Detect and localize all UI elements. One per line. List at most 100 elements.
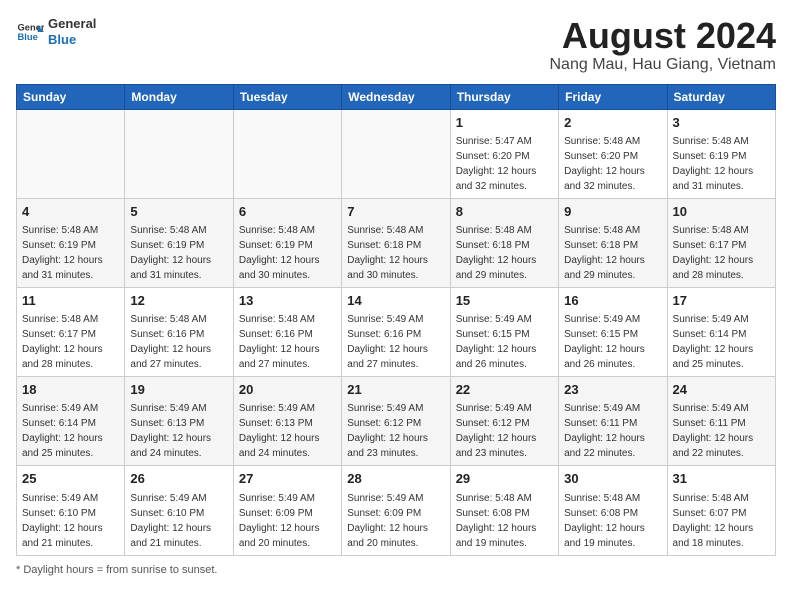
calendar-week-3: 11Sunrise: 5:48 AM Sunset: 6:17 PM Dayli… [17,287,776,376]
cell-info: Sunrise: 5:49 AM Sunset: 6:11 PM Dayligh… [673,401,770,461]
logo: General Blue General Blue [16,16,96,47]
cell-info: Sunrise: 5:48 AM Sunset: 6:16 PM Dayligh… [239,312,336,372]
day-header-tuesday: Tuesday [233,84,341,109]
logo-line2: Blue [48,32,96,48]
calendar-cell [342,109,450,198]
calendar-cell: 28 Sunrise: 5:49 AM Sunset: 6:09 PM Dayli… [342,466,450,555]
cell-date: 22 [456,381,553,399]
logo-icon: General Blue [16,18,44,46]
calendar-cell [17,109,125,198]
calendar-cell: 17Sunrise: 5:49 AM Sunset: 6:14 PM Dayli… [667,287,775,376]
calendar-body: 1 Sunrise: 5:47 AM Sunset: 6:20 PM Daylig… [17,109,776,555]
header: General Blue General Blue August 2024 Na… [16,16,776,74]
cell-date: 2 [564,114,661,132]
cell-date: 3 [673,114,770,132]
cell-date: 16 [564,292,661,310]
calendar-cell: 23 Sunrise: 5:49 AM Sunset: 6:11 PM Dayli… [559,377,667,466]
cell-info: Sunrise: 5:49 AM Sunset: 6:14 PM Dayligh… [22,401,119,461]
cell-date: 7 [347,203,444,221]
cell-date: 25 [22,470,119,488]
cell-date: 31 [673,470,770,488]
calendar-cell: 21Sunrise: 5:49 AM Sunset: 6:12 PM Dayli… [342,377,450,466]
calendar-cell: 24Sunrise: 5:49 AM Sunset: 6:11 PM Dayli… [667,377,775,466]
cell-info: Sunrise: 5:49 AM Sunset: 6:11 PM Dayligh… [564,401,661,461]
cell-info: Sunrise: 5:49 AM Sunset: 6:10 PM Dayligh… [130,491,227,551]
calendar-cell: 16 Sunrise: 5:49 AM Sunset: 6:15 PM Dayli… [559,287,667,376]
cell-info: Sunrise: 5:49 AM Sunset: 6:15 PM Dayligh… [564,312,661,372]
day-header-sunday: Sunday [17,84,125,109]
cell-info: Sunrise: 5:47 AM Sunset: 6:20 PM Dayligh… [456,134,553,194]
calendar-cell: 10 Sunrise: 5:48 AM Sunset: 6:17 PM Dayli… [667,198,775,287]
cell-date: 28 [347,470,444,488]
cell-info: Sunrise: 5:48 AM Sunset: 6:18 PM Dayligh… [456,223,553,283]
cell-date: 1 [456,114,553,132]
cell-info: Sunrise: 5:48 AM Sunset: 6:08 PM Dayligh… [456,491,553,551]
cell-info: Sunrise: 5:48 AM Sunset: 6:16 PM Dayligh… [130,312,227,372]
calendar-cell: 13 Sunrise: 5:48 AM Sunset: 6:16 PM Dayli… [233,287,341,376]
calendar-week-1: 1 Sunrise: 5:47 AM Sunset: 6:20 PM Daylig… [17,109,776,198]
cell-info: Sunrise: 5:48 AM Sunset: 6:17 PM Dayligh… [673,223,770,283]
calendar-cell: 5 Sunrise: 5:48 AM Sunset: 6:19 PM Daylig… [125,198,233,287]
cell-date: 21 [347,381,444,399]
header-row: SundayMondayTuesdayWednesdayThursdayFrid… [17,84,776,109]
cell-date: 15 [456,292,553,310]
cell-info: Sunrise: 5:49 AM Sunset: 6:15 PM Dayligh… [456,312,553,372]
cell-info: Sunrise: 5:48 AM Sunset: 6:19 PM Dayligh… [673,134,770,194]
calendar-cell: 4 Sunrise: 5:48 AM Sunset: 6:19 PM Daylig… [17,198,125,287]
cell-info: Sunrise: 5:49 AM Sunset: 6:16 PM Dayligh… [347,312,444,372]
calendar-cell: 29 Sunrise: 5:48 AM Sunset: 6:08 PM Dayli… [450,466,558,555]
calendar-cell: 31Sunrise: 5:48 AM Sunset: 6:07 PM Dayli… [667,466,775,555]
logo-text: General Blue [48,16,96,47]
calendar-cell: 19 Sunrise: 5:49 AM Sunset: 6:13 PM Dayli… [125,377,233,466]
cell-date: 10 [673,203,770,221]
calendar-cell: 12 Sunrise: 5:48 AM Sunset: 6:16 PM Dayli… [125,287,233,376]
cell-date: 14 [347,292,444,310]
cell-date: 13 [239,292,336,310]
cell-info: Sunrise: 5:49 AM Sunset: 6:14 PM Dayligh… [673,312,770,372]
calendar-cell: 3 Sunrise: 5:48 AM Sunset: 6:19 PM Daylig… [667,109,775,198]
cell-date: 27 [239,470,336,488]
cell-date: 30 [564,470,661,488]
calendar-cell: 20 Sunrise: 5:49 AM Sunset: 6:13 PM Dayli… [233,377,341,466]
cell-date: 11 [22,292,119,310]
cell-info: Sunrise: 5:49 AM Sunset: 6:10 PM Dayligh… [22,491,119,551]
cell-info: Sunrise: 5:48 AM Sunset: 6:08 PM Dayligh… [564,491,661,551]
cell-info: Sunrise: 5:48 AM Sunset: 6:20 PM Dayligh… [564,134,661,194]
cell-info: Sunrise: 5:49 AM Sunset: 6:13 PM Dayligh… [130,401,227,461]
calendar-cell: 8Sunrise: 5:48 AM Sunset: 6:18 PM Daylig… [450,198,558,287]
cell-info: Sunrise: 5:48 AM Sunset: 6:18 PM Dayligh… [564,223,661,283]
day-header-saturday: Saturday [667,84,775,109]
cell-date: 5 [130,203,227,221]
cell-date: 12 [130,292,227,310]
cell-date: 29 [456,470,553,488]
cell-info: Sunrise: 5:48 AM Sunset: 6:19 PM Dayligh… [22,223,119,283]
cell-date: 26 [130,470,227,488]
cell-info: Sunrise: 5:48 AM Sunset: 6:18 PM Dayligh… [347,223,444,283]
calendar-cell: 22 Sunrise: 5:49 AM Sunset: 6:12 PM Dayli… [450,377,558,466]
calendar-cell: 25 Sunrise: 5:49 AM Sunset: 6:10 PM Dayli… [17,466,125,555]
cell-date: 4 [22,203,119,221]
calendar-week-5: 25 Sunrise: 5:49 AM Sunset: 6:10 PM Dayli… [17,466,776,555]
cell-date: 20 [239,381,336,399]
calendar-cell: 26 Sunrise: 5:49 AM Sunset: 6:10 PM Dayli… [125,466,233,555]
calendar-cell: 1 Sunrise: 5:47 AM Sunset: 6:20 PM Daylig… [450,109,558,198]
calendar-cell: 18 Sunrise: 5:49 AM Sunset: 6:14 PM Dayli… [17,377,125,466]
cell-info: Sunrise: 5:49 AM Sunset: 6:09 PM Dayligh… [347,491,444,551]
calendar-cell: 11Sunrise: 5:48 AM Sunset: 6:17 PM Dayli… [17,287,125,376]
calendar-cell [125,109,233,198]
cell-info: Sunrise: 5:49 AM Sunset: 6:12 PM Dayligh… [456,401,553,461]
cell-info: Sunrise: 5:49 AM Sunset: 6:09 PM Dayligh… [239,491,336,551]
cell-date: 23 [564,381,661,399]
page-title: August 2024 [550,16,777,56]
cell-info: Sunrise: 5:49 AM Sunset: 6:13 PM Dayligh… [239,401,336,461]
cell-info: Sunrise: 5:48 AM Sunset: 6:19 PM Dayligh… [130,223,227,283]
cell-info: Sunrise: 5:48 AM Sunset: 6:19 PM Dayligh… [239,223,336,283]
calendar-cell [233,109,341,198]
calendar-header: SundayMondayTuesdayWednesdayThursdayFrid… [17,84,776,109]
cell-date: 18 [22,381,119,399]
calendar-cell: 30 Sunrise: 5:48 AM Sunset: 6:08 PM Dayli… [559,466,667,555]
calendar: SundayMondayTuesdayWednesdayThursdayFrid… [16,84,776,556]
cell-date: 19 [130,381,227,399]
svg-text:Blue: Blue [18,31,38,41]
logo-line1: General [48,16,96,32]
